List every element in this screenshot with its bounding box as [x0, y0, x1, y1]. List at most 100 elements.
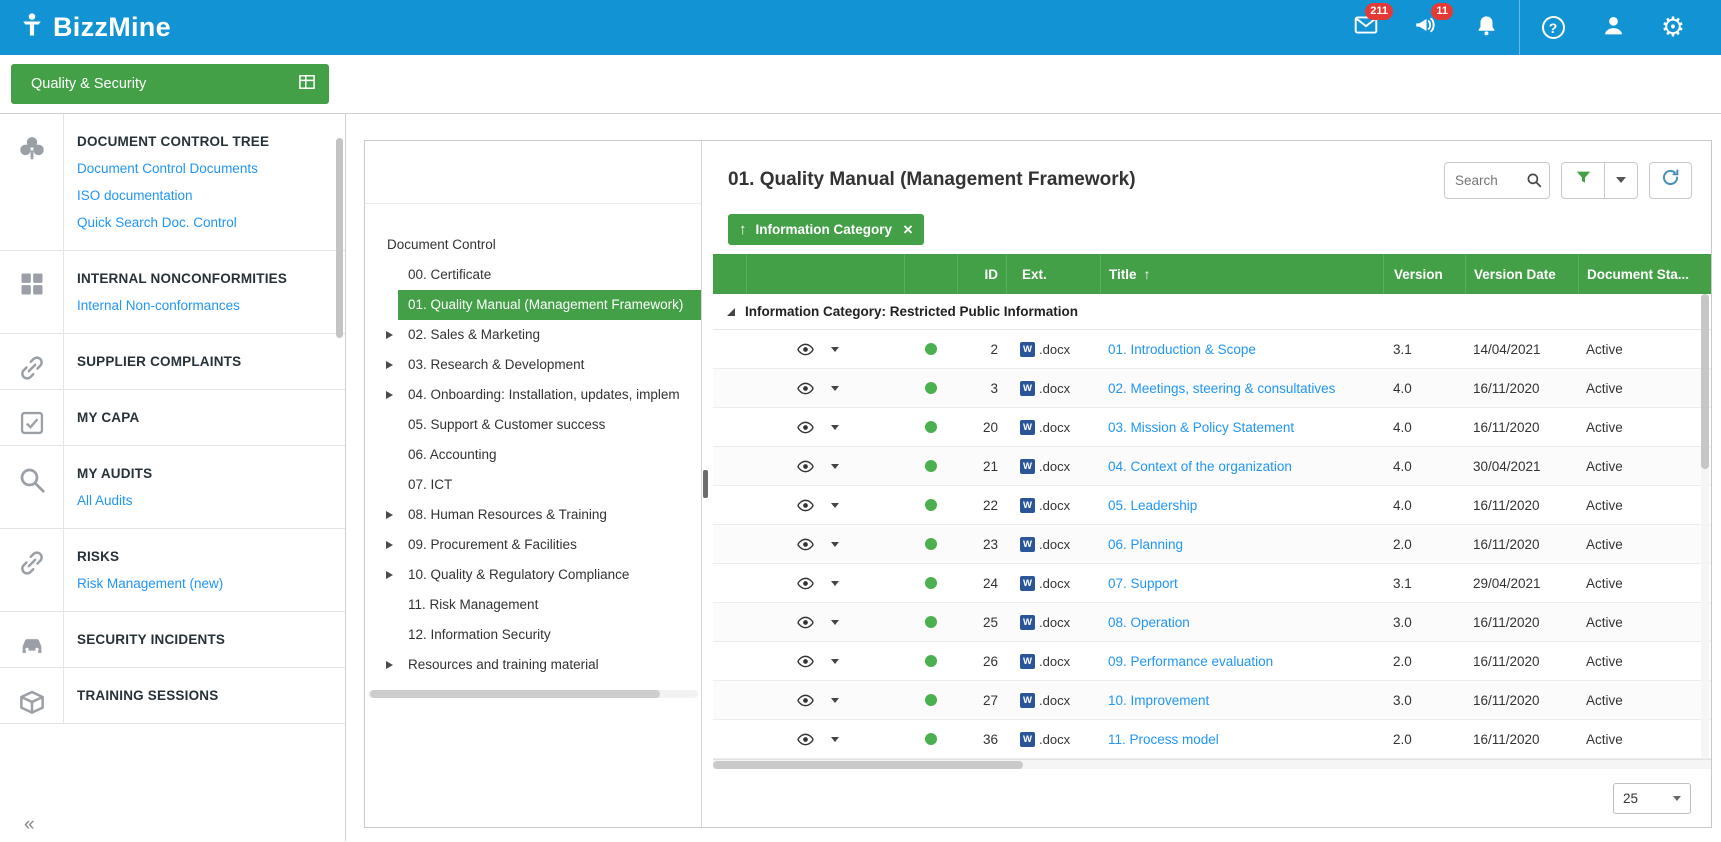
tree-item[interactable]: 11. Risk Management: [365, 590, 701, 620]
pane-splitter[interactable]: [701, 141, 713, 827]
splitter-handle[interactable]: [703, 470, 708, 498]
document-link[interactable]: 09. Performance evaluation: [1108, 654, 1273, 669]
tree-item[interactable]: 07. ICT: [365, 470, 701, 500]
view-document-icon[interactable]: [796, 652, 815, 671]
expand-caret-icon[interactable]: [386, 331, 393, 339]
expand-caret-icon[interactable]: [386, 571, 393, 579]
view-document-icon[interactable]: [796, 730, 815, 749]
filter-button[interactable]: [1561, 162, 1605, 199]
document-link[interactable]: 02. Meetings, steering & consultatives: [1108, 381, 1335, 396]
grid-vertical-scrollbar[interactable]: [1701, 294, 1709, 759]
search-icon[interactable]: [1525, 171, 1543, 194]
document-link[interactable]: 08. Operation: [1108, 615, 1190, 630]
refresh-button[interactable]: [1649, 162, 1692, 199]
sidebar-link[interactable]: All Audits: [77, 493, 337, 508]
header-version-date[interactable]: Version Date: [1465, 254, 1578, 294]
row-menu-caret-icon[interactable]: [831, 542, 839, 547]
expand-caret-icon[interactable]: [386, 391, 393, 399]
grid-horizontal-scrollbar[interactable]: [713, 759, 1711, 769]
view-document-icon[interactable]: [796, 379, 815, 398]
group-chip[interactable]: ↑ Information Category ×: [728, 214, 924, 245]
tree-item[interactable]: 06. Accounting: [365, 440, 701, 470]
magnifier-icon[interactable]: [17, 465, 47, 528]
tree-item[interactable]: 12. Information Security: [365, 620, 701, 650]
grid-vscroll-thumb[interactable]: [1701, 294, 1709, 469]
tree-scrollbar-thumb[interactable]: [370, 690, 660, 698]
sidebar-link[interactable]: Internal Non-conformances: [77, 298, 337, 313]
row-menu-caret-icon[interactable]: [831, 581, 839, 586]
tree-item[interactable]: 05. Support & Customer success: [365, 410, 701, 440]
tree-item[interactable]: 10. Quality & Regulatory Compliance: [365, 560, 701, 590]
document-link[interactable]: 11. Process model: [1108, 732, 1219, 747]
view-document-icon[interactable]: [796, 613, 815, 632]
row-menu-caret-icon[interactable]: [831, 464, 839, 469]
header-id[interactable]: ID: [957, 254, 1006, 294]
document-link[interactable]: 06. Planning: [1108, 537, 1183, 552]
row-menu-caret-icon[interactable]: [831, 425, 839, 430]
sidebar-link[interactable]: Document Control Documents: [77, 161, 337, 176]
collapse-sidebar-button[interactable]: «: [24, 814, 35, 836]
tree-item[interactable]: 09. Procurement & Facilities: [365, 530, 701, 560]
row-menu-caret-icon[interactable]: [831, 737, 839, 742]
chain-icon[interactable]: [17, 548, 47, 611]
grid-icon[interactable]: [18, 270, 46, 333]
document-link[interactable]: 05. Leadership: [1108, 498, 1197, 513]
box-icon[interactable]: [17, 687, 47, 723]
expand-caret-icon[interactable]: [386, 661, 393, 669]
tree-item[interactable]: 08. Human Resources & Training: [365, 500, 701, 530]
announcements-button[interactable]: 11: [1396, 0, 1456, 55]
sidebar-link[interactable]: Risk Management (new): [77, 576, 337, 591]
document-link[interactable]: 04. Context of the organization: [1108, 459, 1292, 474]
row-menu-caret-icon[interactable]: [831, 620, 839, 625]
settings-button[interactable]: ⚙: [1643, 0, 1703, 55]
view-document-icon[interactable]: [796, 340, 815, 359]
row-menu-caret-icon[interactable]: [831, 503, 839, 508]
row-menu-caret-icon[interactable]: [831, 386, 839, 391]
view-document-icon[interactable]: [796, 496, 815, 515]
tree-item[interactable]: 03. Research & Development: [365, 350, 701, 380]
tree-item[interactable]: 00. Certificate: [365, 260, 701, 290]
expand-caret-icon[interactable]: [386, 541, 393, 549]
view-document-icon[interactable]: [796, 691, 815, 710]
checkbox-icon[interactable]: [18, 409, 46, 445]
tree-root-item[interactable]: Document Control: [365, 230, 701, 260]
car-icon[interactable]: [17, 631, 47, 667]
expand-caret-icon[interactable]: [386, 511, 393, 519]
header-title[interactable]: Title ↑: [1100, 254, 1383, 294]
view-document-icon[interactable]: [796, 418, 815, 437]
row-menu-caret-icon[interactable]: [831, 347, 839, 352]
page-size-select[interactable]: 25: [1613, 783, 1691, 814]
chain-icon[interactable]: [17, 353, 47, 389]
tree-horizontal-scrollbar[interactable]: [368, 690, 698, 698]
sidebar-link[interactable]: Quick Search Doc. Control: [77, 215, 337, 230]
app-logo[interactable]: BizzMine: [0, 11, 171, 44]
tree-icon[interactable]: [17, 133, 47, 250]
view-document-icon[interactable]: [796, 457, 815, 476]
notifications-button[interactable]: [1456, 0, 1516, 55]
document-link[interactable]: 07. Support: [1108, 576, 1178, 591]
row-menu-caret-icon[interactable]: [831, 659, 839, 664]
document-link[interactable]: 01. Introduction & Scope: [1108, 342, 1256, 357]
view-document-icon[interactable]: [796, 574, 815, 593]
tree-item[interactable]: 01. Quality Manual (Management Framework…: [398, 290, 701, 320]
sidebar-scrollbar[interactable]: [336, 138, 343, 338]
tree-item[interactable]: Resources and training material: [365, 650, 701, 680]
tree-item[interactable]: 04. Onboarding: Installation, updates, i…: [365, 380, 701, 410]
document-link[interactable]: 03. Mission & Policy Statement: [1108, 420, 1294, 435]
document-link[interactable]: 10. Improvement: [1108, 693, 1209, 708]
profile-button[interactable]: [1583, 0, 1643, 55]
help-button[interactable]: ?: [1523, 0, 1583, 55]
workspace-selector[interactable]: Quality & Security: [11, 64, 329, 104]
header-version[interactable]: Version: [1383, 254, 1465, 294]
row-menu-caret-icon[interactable]: [831, 698, 839, 703]
remove-group-icon[interactable]: ×: [903, 221, 913, 238]
tree-item[interactable]: 02. Sales & Marketing: [365, 320, 701, 350]
view-document-icon[interactable]: [796, 535, 815, 554]
header-document-status[interactable]: Document Sta...: [1578, 254, 1711, 294]
expand-caret-icon[interactable]: [386, 361, 393, 369]
sidebar-link[interactable]: ISO documentation: [77, 188, 337, 203]
mail-button[interactable]: 211: [1336, 0, 1396, 55]
header-ext[interactable]: Ext.: [1006, 254, 1100, 294]
grid-hscroll-thumb[interactable]: [713, 761, 1023, 769]
filter-dropdown-button[interactable]: [1604, 162, 1638, 199]
